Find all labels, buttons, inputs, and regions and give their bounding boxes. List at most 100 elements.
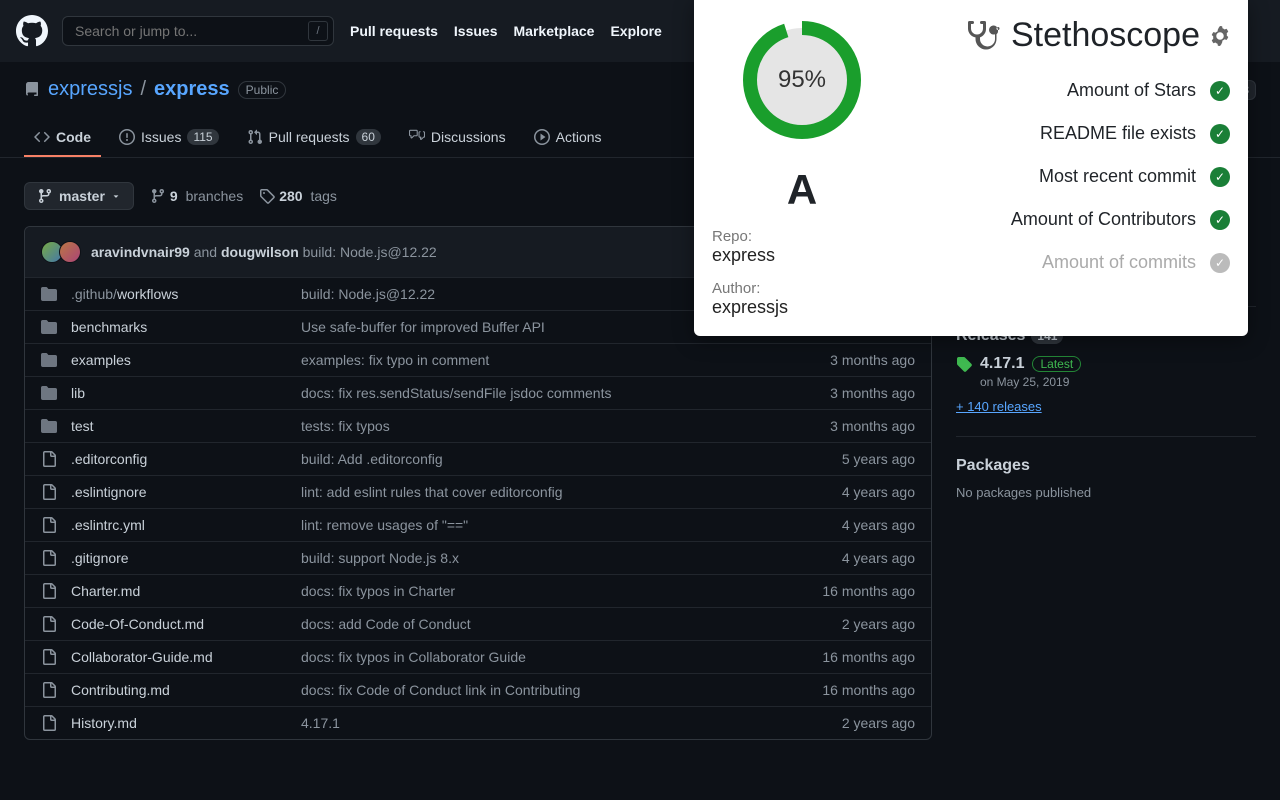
file-icon — [41, 583, 57, 599]
file-time: 2 years ago — [842, 616, 915, 632]
file-time: 3 months ago — [830, 385, 915, 401]
search-input[interactable] — [62, 16, 334, 46]
file-time: 4 years ago — [842, 517, 915, 533]
file-name[interactable]: .gitignore — [71, 550, 301, 566]
file-name[interactable]: .editorconfig — [71, 451, 301, 467]
tab-count: 115 — [187, 129, 218, 145]
nav-link-marketplace[interactable]: Marketplace — [514, 23, 595, 39]
file-commit-msg[interactable]: build: support Node.js 8.x — [301, 550, 842, 566]
stethoscope-overlay: 95% A Repo: express Author: expressjs St… — [694, 0, 1248, 336]
file-row[interactable]: History.md 4.17.1 2 years ago — [25, 707, 931, 739]
file-name[interactable]: History.md — [71, 715, 301, 731]
tab-discussions[interactable]: Discussions — [399, 119, 516, 157]
folder-icon — [41, 286, 57, 302]
file-name[interactable]: .github/workflows — [71, 286, 301, 302]
chevron-down-icon — [111, 191, 121, 201]
file-commit-msg[interactable]: examples: fix typo in comment — [301, 352, 830, 368]
avatar — [59, 241, 81, 263]
check-pass-icon: ✓ — [1210, 167, 1230, 187]
stethoscope-icon — [965, 18, 1001, 54]
file-time: 16 months ago — [822, 583, 915, 599]
file-time: 5 years ago — [842, 451, 915, 467]
tab-actions[interactable]: Actions — [524, 119, 612, 157]
file-time: 2 years ago — [842, 715, 915, 731]
file-name[interactable]: Collaborator-Guide.md — [71, 649, 301, 665]
file-row[interactable]: .editorconfig build: Add .editorconfig 5… — [25, 443, 931, 476]
gear-icon[interactable] — [1210, 26, 1230, 46]
nav-link-explore[interactable]: Explore — [610, 23, 661, 39]
file-commit-msg[interactable]: docs: add Code of Conduct — [301, 616, 842, 632]
latest-badge: Latest — [1032, 356, 1081, 372]
folder-row[interactable]: lib docs: fix res.sendStatus/sendFile js… — [25, 377, 931, 410]
search-hotkey-hint: / — [308, 21, 328, 41]
folder-icon — [41, 418, 57, 434]
packages-heading[interactable]: Packages — [956, 457, 1256, 475]
file-time: 3 months ago — [830, 352, 915, 368]
file-commit-msg[interactable]: tests: fix typos — [301, 418, 830, 434]
latest-release-date: on May 25, 2019 — [980, 375, 1256, 389]
actions-icon — [534, 129, 550, 145]
file-row[interactable]: Collaborator-Guide.md docs: fix typos in… — [25, 641, 931, 674]
folder-icon — [41, 385, 57, 401]
latest-release-version[interactable]: 4.17.1 — [980, 355, 1024, 373]
discussions-icon — [409, 129, 425, 145]
file-commit-msg[interactable]: 4.17.1 — [301, 715, 842, 731]
overlay-title: Stethoscope — [1011, 16, 1200, 55]
file-name[interactable]: Code-Of-Conduct.md — [71, 616, 301, 632]
packages-empty: No packages published — [956, 485, 1256, 500]
folder-row[interactable]: test tests: fix typos 3 months ago — [25, 410, 931, 443]
repo-owner-link[interactable]: expressjs — [48, 78, 132, 101]
branches-link[interactable]: 9 branches — [150, 188, 243, 204]
file-icon — [41, 550, 57, 566]
file-time: 4 years ago — [842, 550, 915, 566]
file-name[interactable]: examples — [71, 352, 301, 368]
file-name[interactable]: Charter.md — [71, 583, 301, 599]
file-commit-msg[interactable]: docs: fix typos in Collaborator Guide — [301, 649, 822, 665]
nav-link-pull-requests[interactable]: Pull requests — [350, 23, 438, 39]
tag-icon — [259, 188, 275, 204]
tab-pull-requests[interactable]: Pull requests60 — [237, 119, 391, 157]
branch-select-button[interactable]: master — [24, 182, 134, 210]
file-row[interactable]: .eslintrc.yml lint: remove usages of "==… — [25, 509, 931, 542]
file-row[interactable]: Charter.md docs: fix typos in Charter 16… — [25, 575, 931, 608]
file-commit-msg[interactable]: build: Add .editorconfig — [301, 451, 842, 467]
file-commit-msg[interactable]: docs: fix typos in Charter — [301, 583, 822, 599]
repo-name-link[interactable]: express — [154, 78, 230, 101]
health-check-item: Most recent commit✓ — [904, 155, 1230, 198]
tags-link[interactable]: 280 tags — [259, 188, 337, 204]
health-check-item: Amount of Stars✓ — [904, 69, 1230, 112]
overlay-author-value: expressjs — [712, 297, 788, 318]
health-check-item: Amount of Contributors✓ — [904, 198, 1230, 241]
file-name[interactable]: test — [71, 418, 301, 434]
pull-requests-icon — [247, 129, 263, 145]
file-commit-msg[interactable]: lint: add eslint rules that cover editor… — [301, 484, 842, 500]
tag-icon — [956, 356, 972, 372]
file-commit-msg[interactable]: lint: remove usages of "==" — [301, 517, 842, 533]
tab-code[interactable]: Code — [24, 119, 101, 157]
file-row[interactable]: Contributing.md docs: fix Code of Conduc… — [25, 674, 931, 707]
file-row[interactable]: Code-Of-Conduct.md docs: add Code of Con… — [25, 608, 931, 641]
score-ring: 95% — [738, 16, 866, 144]
commit-avatars — [41, 241, 81, 263]
issues-icon — [119, 129, 135, 145]
file-name[interactable]: benchmarks — [71, 319, 301, 335]
file-name[interactable]: .eslintignore — [71, 484, 301, 500]
file-name[interactable]: Contributing.md — [71, 682, 301, 698]
file-time: 3 months ago — [830, 418, 915, 434]
file-icon — [41, 715, 57, 731]
more-releases-link[interactable]: + 140 releases — [956, 399, 1042, 414]
folder-row[interactable]: examples examples: fix typo in comment 3… — [25, 344, 931, 377]
file-name[interactable]: lib — [71, 385, 301, 401]
file-commit-msg[interactable]: docs: fix res.sendStatus/sendFile jsdoc … — [301, 385, 830, 401]
git-branch-icon — [37, 188, 53, 204]
tab-count: 60 — [356, 129, 381, 145]
github-logo-icon[interactable] — [16, 15, 48, 47]
file-row[interactable]: .eslintignore lint: add eslint rules tha… — [25, 476, 931, 509]
nav-link-issues[interactable]: Issues — [454, 23, 498, 39]
file-commit-msg[interactable]: docs: fix Code of Conduct link in Contri… — [301, 682, 822, 698]
tab-issues[interactable]: Issues115 — [109, 119, 229, 157]
latest-commit-message[interactable]: aravindvnair99 and dougwilson build: Nod… — [91, 244, 437, 260]
file-row[interactable]: .gitignore build: support Node.js 8.x 4 … — [25, 542, 931, 575]
file-icon — [41, 682, 57, 698]
file-name[interactable]: .eslintrc.yml — [71, 517, 301, 533]
